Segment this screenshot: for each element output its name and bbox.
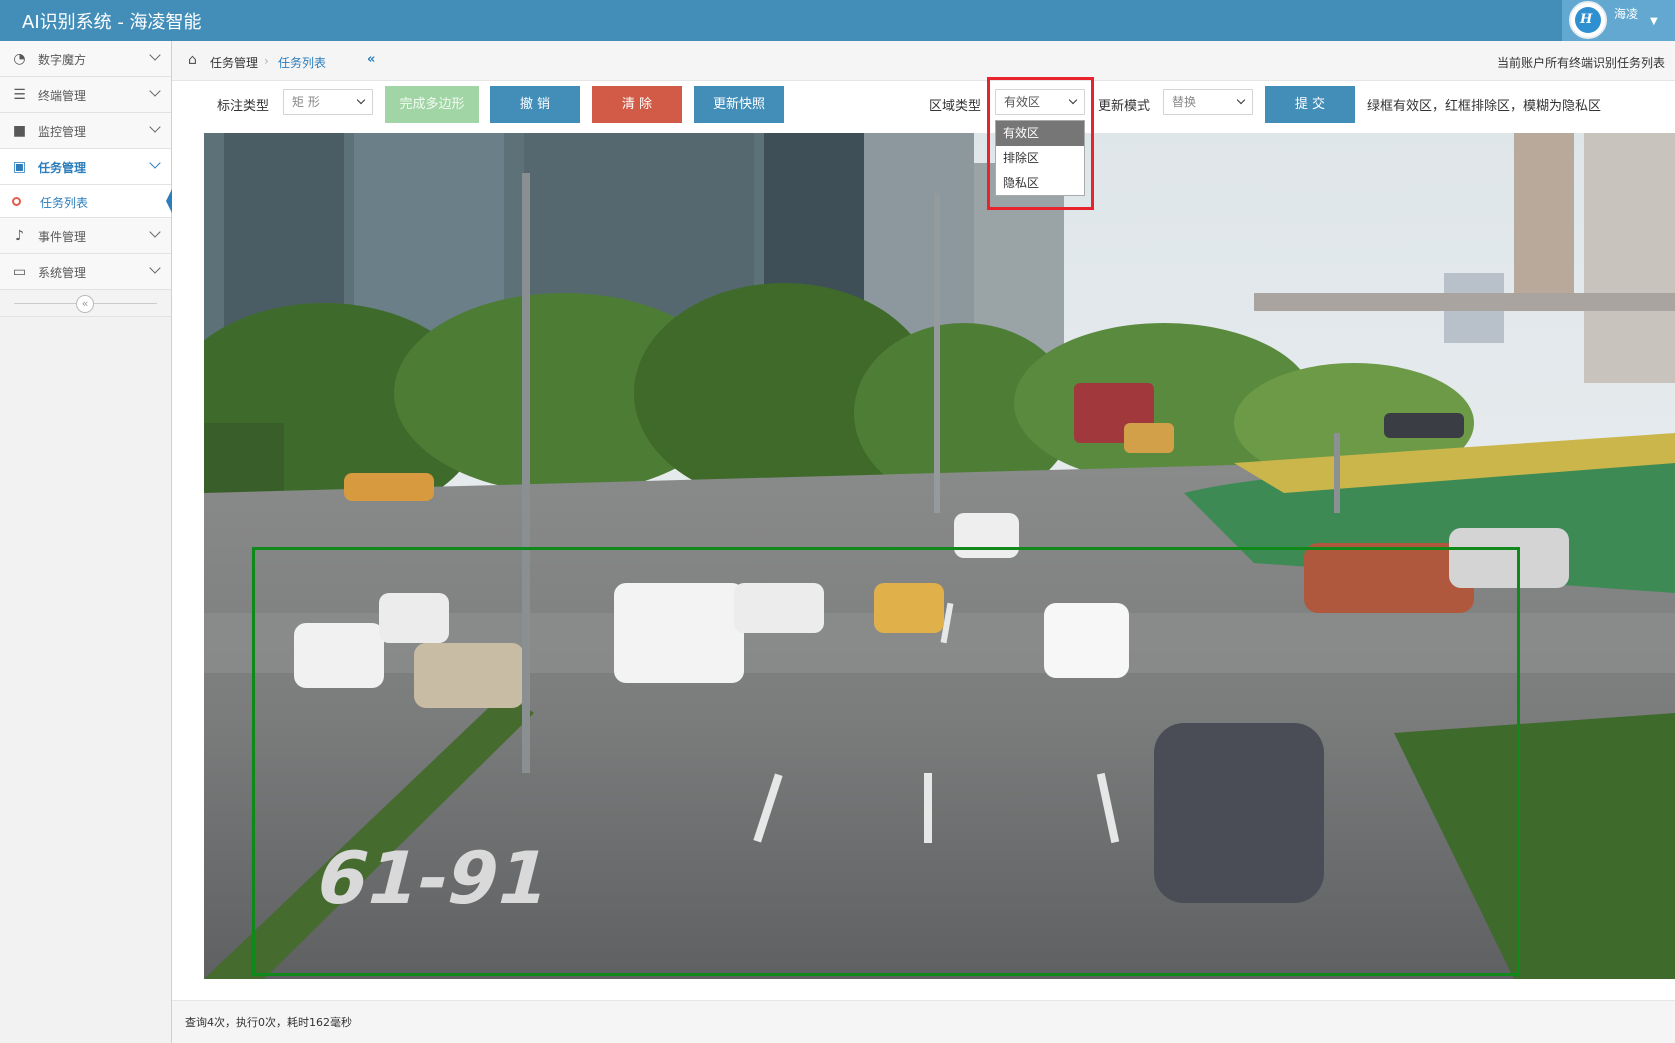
- sidebar-item-label: 系统管理: [38, 266, 87, 280]
- back-double-arrow-icon[interactable]: «: [367, 52, 375, 67]
- chevron-down-icon: [149, 226, 161, 238]
- sidebar-item-task[interactable]: ▣ 任务管理: [0, 149, 171, 185]
- top-navbar: AI识别系统 - 海凌智能 H 海凌 ▼: [0, 0, 1675, 41]
- legend-hint: 绿框有效区，红框排除区，模糊为隐私区: [1367, 99, 1602, 114]
- chevron-down-icon: [356, 95, 366, 105]
- update-snapshot-button[interactable]: 更新快照: [694, 86, 784, 123]
- breadcrumb-separator-icon: ›: [264, 54, 269, 68]
- sidebar-item-label: 事件管理: [38, 230, 87, 244]
- chevron-down-icon: [149, 262, 161, 274]
- briefcase-icon: ▣: [12, 159, 27, 175]
- sidebar-item-events[interactable]: ♪ 事件管理: [0, 218, 171, 254]
- home-icon[interactable]: ⌂: [188, 53, 202, 67]
- annotation-type-label: 标注类型: [217, 99, 270, 114]
- avatar[interactable]: H: [1569, 1, 1607, 39]
- breadcrumb-item-task-list[interactable]: 任务列表: [278, 54, 326, 71]
- update-mode-value: 替换: [1172, 95, 1197, 109]
- update-mode-select[interactable]: 替换: [1163, 89, 1253, 115]
- region-type-dropdown[interactable]: 有效区 排除区 隐私区: [995, 120, 1085, 196]
- chevron-down-icon: [1236, 95, 1246, 105]
- sidebar-item-label: 监控管理: [38, 125, 87, 139]
- camera-dot-icon: [12, 197, 21, 206]
- chevron-down-icon: [149, 121, 161, 133]
- chevron-down-icon: [149, 85, 161, 97]
- breadcrumb: ⌂ 任务管理 › 任务列表 « 当前账户所有终端识别任务列表: [172, 41, 1675, 81]
- footer: 查询4次，执行0次，耗时162毫秒: [172, 1000, 1675, 1043]
- sidebar-item-system[interactable]: ▭ 系统管理: [0, 254, 171, 290]
- sidebar: ◔ 数字魔方 ☰ 终端管理 ■ 监控管理 ▣ 任务管理 任务列表 ♪ 事件管理 …: [0, 41, 172, 1043]
- sidebar-item-digital-cube[interactable]: ◔ 数字魔方: [0, 41, 171, 77]
- breadcrumb-item-task-management[interactable]: 任务管理: [210, 54, 258, 71]
- chevron-down-icon: [149, 49, 161, 61]
- video-camera-icon: ■: [12, 123, 27, 139]
- server-icon: ☰: [13, 87, 26, 103]
- logo-glyph: H: [1580, 12, 1593, 27]
- sidebar-subitem-label: 任务列表: [40, 196, 89, 210]
- effective-zone-rectangle[interactable]: [252, 547, 1520, 976]
- submit-button[interactable]: 提 交: [1265, 86, 1355, 123]
- dashboard-icon: ◔: [13, 51, 26, 67]
- sidebar-subitem-task-list[interactable]: 任务列表: [0, 185, 172, 218]
- collapse-sidebar-icon[interactable]: «: [76, 295, 94, 313]
- query-stats: 查询4次，执行0次，耗时162毫秒: [185, 1016, 352, 1029]
- region-type-label: 区域类型: [929, 99, 982, 114]
- monitor-icon: ▭: [12, 264, 27, 280]
- caret-down-icon[interactable]: ▼: [1650, 16, 1658, 27]
- annotation-type-select[interactable]: 矩 形: [283, 89, 373, 115]
- active-indicator: [166, 189, 172, 213]
- user-name: 海凌: [1614, 7, 1639, 21]
- sidebar-item-label: 终端管理: [38, 89, 87, 103]
- chevron-down-icon: [149, 157, 161, 169]
- annotation-type-value: 矩 形: [292, 95, 320, 109]
- dropdown-option-effective[interactable]: 有效区: [996, 121, 1084, 146]
- clear-button[interactable]: 清 除: [592, 86, 682, 123]
- sidebar-item-label: 数字魔方: [38, 53, 87, 67]
- sidebar-item-terminal[interactable]: ☰ 终端管理: [0, 77, 171, 113]
- dropdown-option-privacy[interactable]: 隐私区: [996, 171, 1084, 196]
- app-title: AI识别系统 - 海凌智能: [22, 12, 202, 33]
- finish-polygon-button[interactable]: 完成多边形: [385, 86, 479, 123]
- sidebar-collapse-bar: «: [0, 290, 171, 317]
- user-menu[interactable]: H 海凌 ▼: [1562, 0, 1675, 41]
- page-description: 当前账户所有终端识别任务列表: [1496, 56, 1665, 70]
- sidebar-item-monitor[interactable]: ■ 监控管理: [0, 113, 171, 149]
- sidebar-item-label: 任务管理: [38, 161, 87, 175]
- undo-button[interactable]: 撤 销: [490, 86, 580, 123]
- bell-icon: ♪: [15, 228, 24, 244]
- dropdown-option-exclude[interactable]: 排除区: [996, 146, 1084, 171]
- update-mode-label: 更新模式: [1098, 99, 1151, 114]
